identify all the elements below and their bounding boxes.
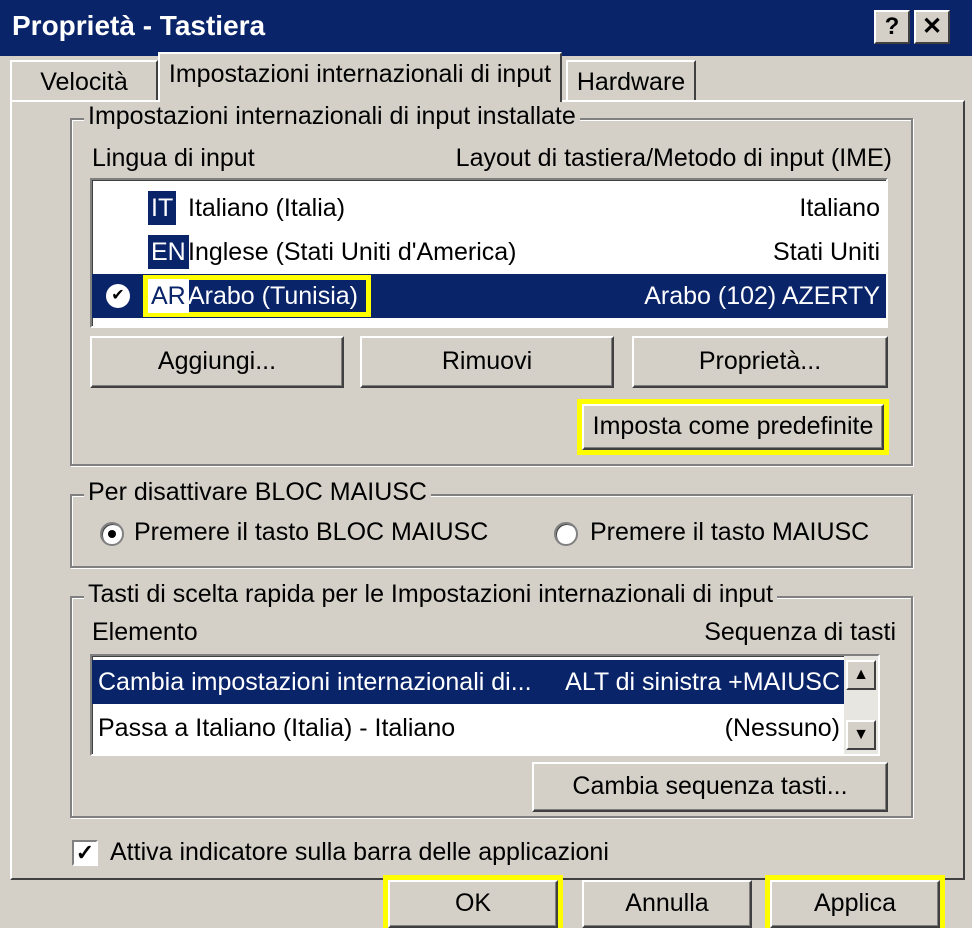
taskbar-indicator-checkbox[interactable]: ✓ <box>72 840 98 866</box>
scroll-up-button[interactable]: ▲ <box>846 660 876 690</box>
hotkey-item: Passa a Italiano (Italia) - Italiano <box>98 714 456 742</box>
hotkeys-list[interactable]: Cambia impostazioni internazionali di...… <box>90 654 880 756</box>
radio-capslock[interactable] <box>100 522 124 546</box>
tab-velocita[interactable]: Velocità <box>10 60 158 100</box>
hotkey-sequence: ALT di sinistra +MAIUSC <box>565 668 840 696</box>
language-code-badge: EN <box>148 235 189 269</box>
list-item[interactable]: IT Italiano (Italia) Italiano <box>92 186 886 230</box>
radio-shift-label[interactable]: Premere il tasto MAIUSC <box>590 518 869 547</box>
window-title: Proprietà - Tastiera <box>12 10 266 41</box>
scroll-down-button[interactable]: ▼ <box>846 720 876 750</box>
list-item[interactable]: Passa a Italiano (Italia) - Italiano (Ne… <box>92 706 844 750</box>
cancel-button[interactable]: Annulla <box>582 880 752 928</box>
ok-button[interactable]: OK <box>383 875 563 928</box>
hotkeys-legend: Tasti di scelta rapida per le Impostazio… <box>84 580 778 609</box>
arrow-down-icon: ▼ <box>853 726 869 743</box>
close-button[interactable]: ✕ <box>914 10 950 44</box>
radio-shift[interactable] <box>554 522 578 546</box>
radio-selected-dot <box>108 530 116 538</box>
hotkey-sequence: (Nessuno) <box>724 714 840 742</box>
installed-locales-legend: Impostazioni internazionali di input ins… <box>84 102 580 131</box>
language-code-badge: AR <box>148 279 189 313</box>
capslock-legend: Per disattivare BLOC MAIUSC <box>84 478 431 507</box>
language-name: Inglese (Stati Uniti d'America) <box>188 238 517 266</box>
arrow-up-icon: ▲ <box>853 666 869 683</box>
help-icon: ? <box>884 13 900 40</box>
tab-hardware[interactable]: Hardware <box>566 60 696 100</box>
help-button[interactable]: ? <box>874 10 910 44</box>
language-code-badge: IT <box>148 191 177 225</box>
apply-button[interactable]: Applica <box>765 875 945 928</box>
title-bar: Proprietà - Tastiera ? ✕ <box>0 0 972 56</box>
column-header-sequence: Sequenza di tasti <box>704 618 896 646</box>
scrollbar[interactable]: ▲ ▼ <box>844 656 878 754</box>
remove-button[interactable]: Rimuovi <box>360 336 614 388</box>
set-default-button[interactable]: Imposta come predefinite <box>577 399 889 455</box>
layout-name: Stati Uniti <box>773 238 880 266</box>
properties-button[interactable]: Proprietà... <box>632 336 888 388</box>
layout-name: Italiano <box>799 194 880 222</box>
column-header-language: Lingua di input <box>92 144 255 172</box>
language-name: Italiano (Italia) <box>188 194 346 222</box>
radio-capslock-label[interactable]: Premere il tasto BLOC MAIUSC <box>134 518 488 547</box>
checkmark-icon: ✓ <box>75 840 95 865</box>
close-icon: ✕ <box>921 13 943 40</box>
list-item[interactable]: EN Inglese (Stati Uniti d'America) Stati… <box>92 230 886 274</box>
list-item-selected[interactable]: ✔ AR Arabo (Tunisia) Arabo (102) AZERTY <box>92 274 886 318</box>
column-header-layout: Layout di tastiera/Metodo di input (IME) <box>455 144 892 172</box>
installed-locales-list[interactable]: IT Italiano (Italia) Italiano EN Inglese… <box>90 178 888 328</box>
add-button[interactable]: Aggiungi... <box>90 336 344 388</box>
list-item-selected[interactable]: Cambia impostazioni internazionali di...… <box>92 660 844 704</box>
language-name: Arabo (Tunisia) <box>188 282 358 310</box>
default-check-icon: ✔ <box>106 284 130 308</box>
layout-name: Arabo (102) AZERTY <box>644 282 880 310</box>
tab-impostazioni-internazionali[interactable]: Impostazioni internazionali di input <box>158 52 562 102</box>
column-header-item: Elemento <box>92 618 198 646</box>
hotkey-item: Cambia impostazioni internazionali di... <box>98 668 532 696</box>
change-key-sequence-button[interactable]: Cambia sequenza tasti... <box>532 762 888 812</box>
taskbar-indicator-label[interactable]: Attiva indicatore sulla barra delle appl… <box>110 838 609 867</box>
